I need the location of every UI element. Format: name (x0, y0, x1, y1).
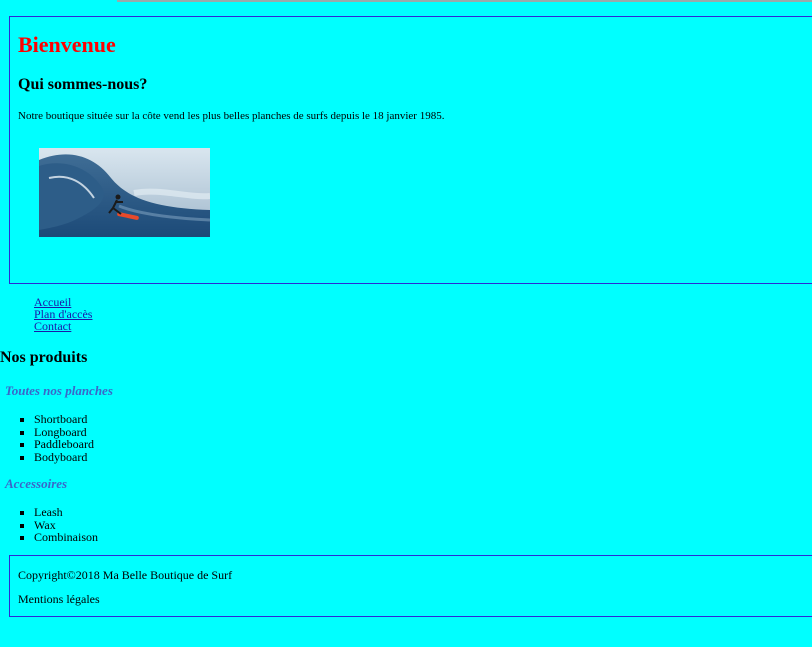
main-nav: Accueil Plan d'accès Contact (34, 296, 92, 332)
nav-link-contact[interactable]: Contact (34, 320, 92, 332)
legal-text: Mentions légales (18, 592, 100, 606)
accessories-heading: Accessoires (5, 476, 68, 491)
accessories-list: Leash Wax Combinaison (20, 506, 98, 544)
surfer-photo (39, 148, 210, 237)
footer (9, 555, 812, 617)
list-item: Combinaison (34, 531, 98, 544)
about-heading: Qui sommes-nous? (18, 76, 148, 93)
list-item: Leash (34, 506, 98, 519)
page-title: Bienvenue (18, 32, 116, 57)
list-item: Paddleboard (34, 438, 94, 451)
boards-heading: Toutes nos planches (5, 383, 113, 398)
address-bar-edge (117, 0, 812, 2)
intro-text: Notre boutique située sur la côte vend l… (18, 110, 445, 122)
browser-top-edge (0, 0, 812, 4)
boards-list: Shortboard Longboard Paddleboard Bodyboa… (20, 413, 94, 463)
products-heading: Nos produits (0, 349, 88, 366)
list-item: Shortboard (34, 413, 94, 426)
copyright-text: Copyright©2018 Ma Belle Boutique de Surf (18, 568, 233, 582)
list-item: Bodyboard (34, 450, 94, 464)
